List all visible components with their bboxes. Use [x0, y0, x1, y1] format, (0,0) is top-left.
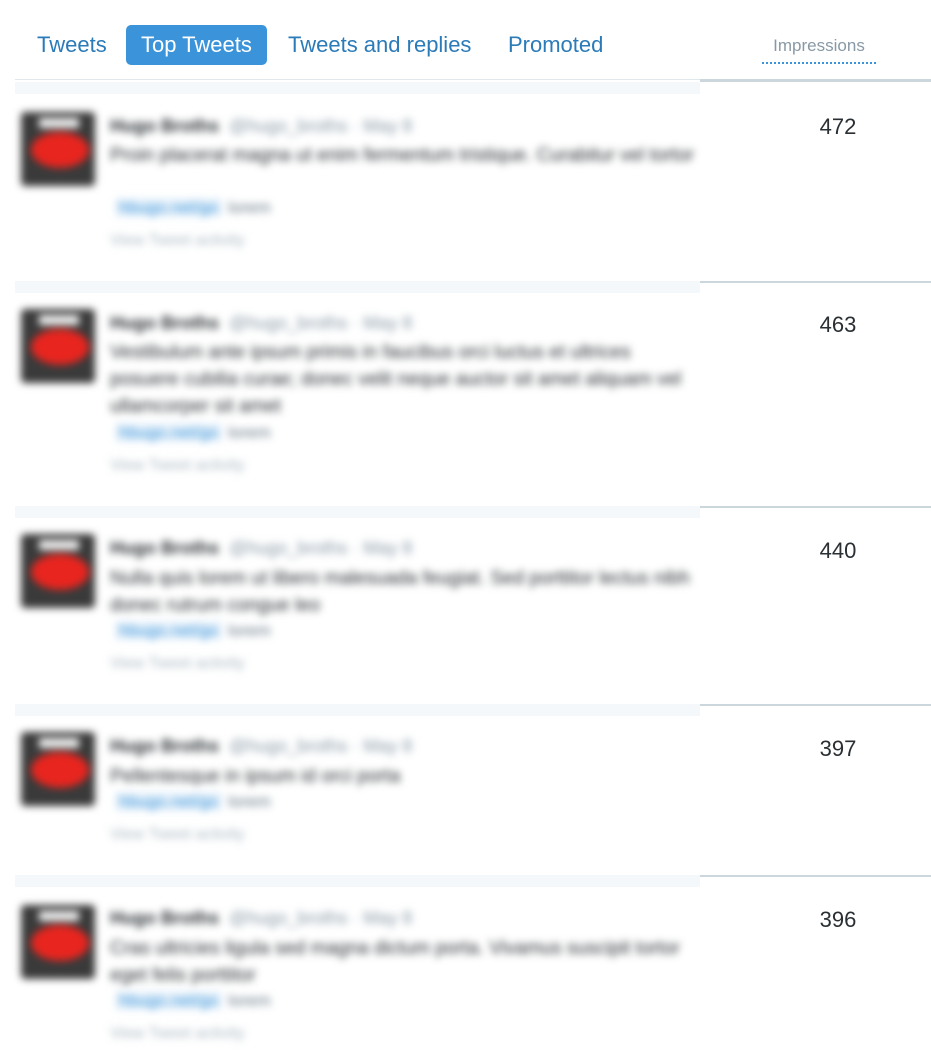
tweet-row[interactable]: Hugo Broths @hugo_broths · May 8 Cras ult…	[0, 875, 931, 1054]
tweet-card[interactable]: Hugo Broths @hugo_broths · May 8 Pellente…	[15, 704, 700, 875]
tweet-row[interactable]: Hugo Broths @hugo_broths · May 8 Proin pl…	[0, 82, 931, 281]
tweet-author[interactable]: Hugo Broths @hugo_broths · May 8	[110, 116, 412, 137]
tweet-row[interactable]: Hugo Broths @hugo_broths · May 8 Nulla qu…	[0, 506, 931, 704]
avatar[interactable]	[21, 534, 95, 608]
author-handle: @hugo_broths · May 8	[228, 313, 413, 333]
tweet-link[interactable]: hbugo.net/go	[115, 991, 223, 1010]
impressions-value: 397	[819, 736, 857, 761]
author-name: Hugo Broths	[110, 908, 219, 928]
impressions-column-header[interactable]: Impressions	[762, 36, 876, 64]
tweet-card[interactable]: Hugo Broths @hugo_broths · May 8 Cras ult…	[15, 875, 700, 1054]
tweet-text: Pellentesque in ipsum id orci porta	[110, 766, 401, 787]
tweet-card[interactable]: Hugo Broths @hugo_broths · May 8 Proin pl…	[15, 82, 700, 281]
tweet-author[interactable]: Hugo Broths @hugo_broths · May 8	[110, 538, 412, 559]
author-handle: @hugo_broths · May 8	[228, 538, 413, 558]
author-handle: @hugo_broths · May 8	[228, 736, 413, 756]
tweet-link-line: hbugo.net/go lorem	[115, 991, 271, 1011]
tweet-link-line: hbugo.net/go lorem	[115, 423, 271, 443]
tweet-link-line: hbugo.net/go lorem	[115, 621, 271, 641]
tweet-text: Cras ultricies ligula sed magna dictum p…	[110, 938, 680, 986]
view-activity-link[interactable]: View Tweet activity	[110, 457, 245, 475]
author-handle: @hugo_broths · May 8	[228, 908, 413, 928]
tweet-author[interactable]: Hugo Broths @hugo_broths · May 8	[110, 313, 412, 334]
tab-promoted[interactable]: Promoted	[508, 25, 603, 65]
tweet-text: Proin placerat magna ut enim fermentum t…	[110, 145, 694, 166]
avatar[interactable]	[21, 732, 95, 806]
tab-tweets[interactable]: Tweets	[37, 25, 107, 65]
view-activity-link[interactable]: View Tweet activity	[110, 655, 245, 673]
tab-top-tweets[interactable]: Top Tweets	[126, 25, 267, 65]
impressions-value: 472	[819, 114, 857, 139]
impressions-value: 396	[819, 907, 857, 932]
tweet-link[interactable]: hbugo.net/go	[115, 198, 223, 217]
tweet-link[interactable]: hbugo.net/go	[115, 621, 223, 640]
avatar[interactable]	[21, 905, 95, 979]
tweet-text: Nulla quis lorem ut libero malesuada feu…	[110, 568, 690, 616]
avatar[interactable]	[21, 309, 95, 383]
row-divider	[700, 506, 931, 508]
header-divider	[15, 79, 700, 80]
avatar[interactable]	[21, 112, 95, 186]
tweet-row[interactable]: Hugo Broths @hugo_broths · May 8 Vestibul…	[0, 281, 931, 506]
tweet-card[interactable]: Hugo Broths @hugo_broths · May 8 Vestibul…	[15, 281, 700, 506]
tweet-author[interactable]: Hugo Broths @hugo_broths · May 8	[110, 736, 412, 757]
author-name: Hugo Broths	[110, 116, 219, 136]
row-divider	[700, 875, 931, 877]
row-divider	[700, 281, 931, 283]
tweet-link[interactable]: hbugo.net/go	[115, 792, 223, 811]
impressions-value: 440	[819, 538, 857, 563]
tweet-link-line: hbugo.net/go lorem	[115, 792, 271, 812]
author-name: Hugo Broths	[110, 538, 219, 558]
tweet-link-line: hbugo.net/go lorem	[115, 198, 271, 218]
view-activity-link[interactable]: View Tweet activity	[110, 232, 245, 250]
tweet-text: Vestibulum ante ipsum primis in faucibus…	[110, 342, 682, 417]
view-activity-link[interactable]: View Tweet activity	[110, 826, 245, 844]
tab-tweets-and-replies[interactable]: Tweets and replies	[288, 25, 471, 65]
tweet-author[interactable]: Hugo Broths @hugo_broths · May 8	[110, 908, 412, 929]
row-divider	[700, 704, 931, 706]
impressions-value: 463	[819, 312, 857, 337]
author-name: Hugo Broths	[110, 313, 219, 333]
tweet-card[interactable]: Hugo Broths @hugo_broths · May 8 Nulla qu…	[15, 506, 700, 704]
view-activity-link[interactable]: View Tweet activity	[110, 1025, 245, 1043]
author-handle: @hugo_broths · May 8	[228, 116, 413, 136]
tweet-link[interactable]: hbugo.net/go	[115, 423, 223, 442]
author-name: Hugo Broths	[110, 736, 219, 756]
tweet-row[interactable]: Hugo Broths @hugo_broths · May 8 Pellente…	[0, 704, 931, 875]
